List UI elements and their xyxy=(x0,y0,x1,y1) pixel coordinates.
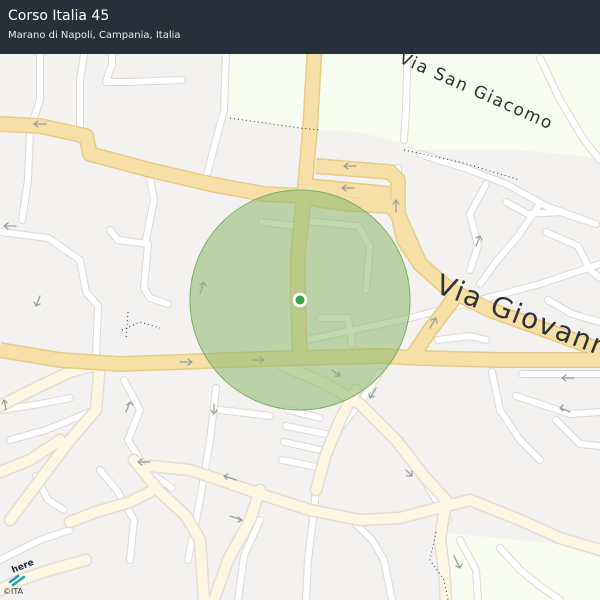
address-header: Corso Italia 45 Marano di Napoli, Campan… xyxy=(0,0,600,54)
address-subtitle: Marano di Napoli, Campania, Italia xyxy=(8,30,181,41)
here-logo-mark xyxy=(8,574,26,587)
location-pin-dot xyxy=(295,295,305,305)
map-view[interactable]: Via San Giacomo Via Giovann Corso Italia… xyxy=(0,0,600,600)
map-canvas[interactable]: Via San Giacomo Via Giovann xyxy=(0,0,600,600)
copyright-notice: ©ITA xyxy=(3,587,24,596)
here-logo: here xyxy=(8,560,36,587)
here-logo-text: here xyxy=(10,560,35,576)
address-title: Corso Italia 45 xyxy=(8,8,110,24)
